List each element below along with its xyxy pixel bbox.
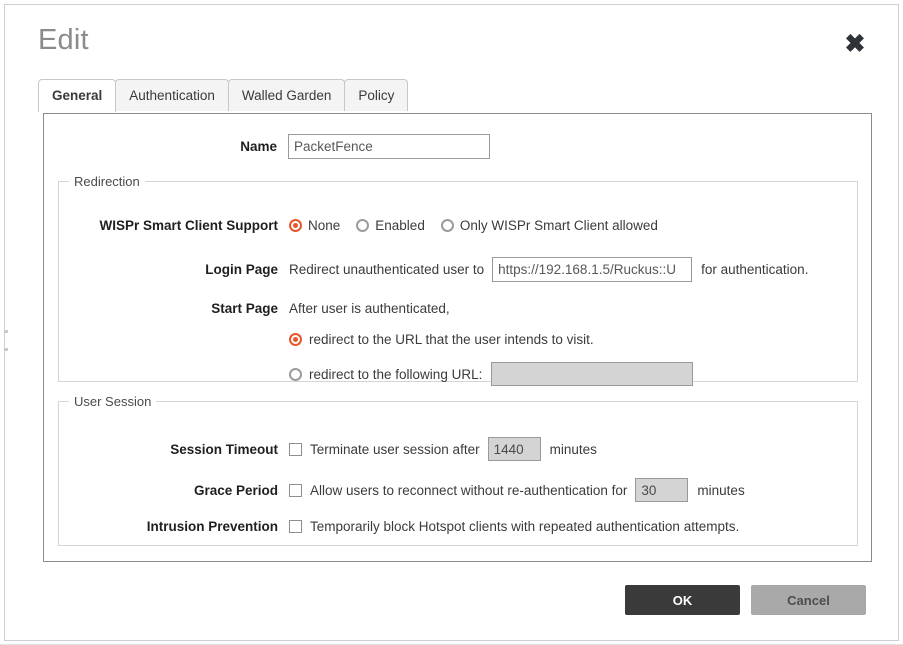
wispr-smart-client-support-row: WISPr Smart Client Support None Enabled …: [59, 218, 674, 233]
grace-period-suffix-text: minutes: [697, 483, 744, 498]
tab-policy-label: Policy: [358, 88, 394, 103]
grace-period-minutes-input[interactable]: [635, 478, 688, 502]
wispr-option-enabled[interactable]: Enabled: [356, 218, 425, 233]
wispr-option-none[interactable]: None: [289, 218, 340, 233]
start-page-custom-url-input[interactable]: [491, 362, 693, 386]
grace-period-label: Grace Period: [59, 483, 289, 498]
wispr-option-only-wispr[interactable]: Only WISPr Smart Client allowed: [441, 218, 658, 233]
ok-button[interactable]: OK: [625, 585, 740, 615]
tab-authentication[interactable]: Authentication: [115, 79, 229, 111]
tab-walled-garden-label: Walled Garden: [242, 88, 332, 103]
wispr-option-enabled-label: Enabled: [375, 218, 425, 233]
login-page-url-input[interactable]: [492, 257, 692, 282]
name-input[interactable]: [288, 134, 490, 159]
start-page-option-custom-url: redirect to the following URL:: [289, 362, 693, 386]
tab-bar: General Authentication Walled Garden Pol…: [38, 79, 407, 111]
session-timeout-label: Session Timeout: [59, 442, 289, 457]
tab-authentication-label: Authentication: [129, 88, 215, 103]
start-page-option-intended-url-label: redirect to the URL that the user intend…: [309, 332, 594, 347]
start-page-row: Start Page After user is authenticated,: [59, 301, 450, 316]
radio-icon[interactable]: [289, 368, 302, 381]
start-page-option-intended-url[interactable]: redirect to the URL that the user intend…: [289, 332, 594, 347]
grace-period-row: Grace Period Allow users to reconnect wi…: [59, 478, 745, 502]
intrusion-prevention-row: Intrusion Prevention Temporarily block H…: [59, 519, 739, 534]
radio-icon[interactable]: [289, 333, 302, 346]
intrusion-prevention-text: Temporarily block Hotspot clients with r…: [310, 519, 739, 534]
session-timeout-prefix-text: Terminate user session after: [310, 442, 480, 457]
close-icon[interactable]: ✖: [842, 31, 868, 57]
login-page-suffix-text: for authentication.: [701, 262, 808, 277]
wispr-label: WISPr Smart Client Support: [59, 218, 289, 233]
radio-icon[interactable]: [441, 219, 454, 232]
user-session-legend: User Session: [69, 394, 156, 409]
session-timeout-minutes-input[interactable]: [488, 437, 541, 461]
radio-icon[interactable]: [356, 219, 369, 232]
page-title: Edit: [38, 26, 89, 55]
wispr-option-only-wispr-label: Only WISPr Smart Client allowed: [460, 218, 658, 233]
intrusion-prevention-label: Intrusion Prevention: [59, 519, 289, 534]
redirection-fieldset: Redirection WISPr Smart Client Support N…: [58, 174, 858, 382]
tab-walled-garden[interactable]: Walled Garden: [228, 79, 346, 111]
tab-general-label: General: [52, 88, 102, 103]
wispr-option-none-label: None: [308, 218, 340, 233]
intrusion-prevention-checkbox[interactable]: [289, 520, 302, 533]
login-page-prefix-text: Redirect unauthenticated user to: [289, 262, 484, 277]
edit-dialog: Edit ✖ General Authentication Walled Gar…: [4, 4, 899, 641]
session-timeout-suffix-text: minutes: [550, 442, 597, 457]
dialog-edge-notch: [4, 330, 8, 333]
start-page-option-custom-url-label: redirect to the following URL:: [309, 367, 482, 382]
login-page-row: Login Page Redirect unauthenticated user…: [59, 257, 808, 282]
start-page-intro-text: After user is authenticated,: [289, 301, 450, 316]
name-label: Name: [44, 139, 288, 154]
name-row: Name: [44, 134, 871, 159]
grace-period-prefix-text: Allow users to reconnect without re-auth…: [310, 483, 627, 498]
radio-icon[interactable]: [289, 219, 302, 232]
cancel-button[interactable]: Cancel: [751, 585, 866, 615]
dialog-footer: OK Cancel: [5, 585, 898, 615]
session-timeout-row: Session Timeout Terminate user session a…: [59, 437, 597, 461]
redirection-legend: Redirection: [69, 174, 145, 189]
tab-policy[interactable]: Policy: [344, 79, 408, 111]
session-timeout-checkbox[interactable]: [289, 443, 302, 456]
grace-period-checkbox[interactable]: [289, 484, 302, 497]
tab-general[interactable]: General: [38, 79, 116, 112]
start-page-label: Start Page: [59, 301, 289, 316]
login-page-label: Login Page: [59, 262, 289, 277]
general-tab-panel: Name Redirection WISPr Smart Client Supp…: [43, 113, 872, 562]
dialog-edge-notch: [4, 348, 8, 351]
user-session-fieldset: User Session Session Timeout Terminate u…: [58, 394, 858, 546]
